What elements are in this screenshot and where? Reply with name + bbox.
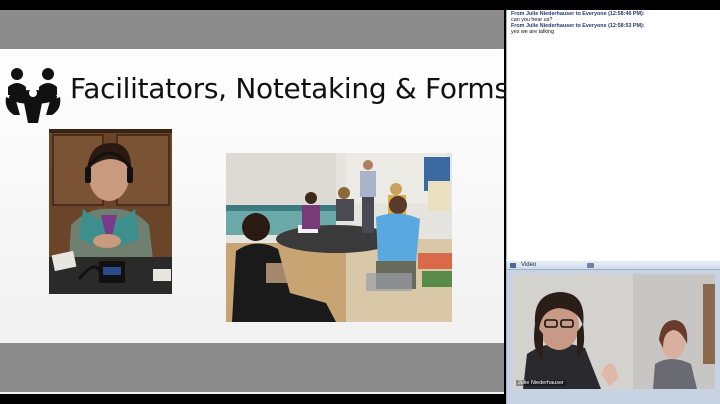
top-band xyxy=(0,0,720,10)
video-pane-header: Video xyxy=(507,261,720,270)
meeting-photo xyxy=(226,153,452,322)
video-pane: Video Julie Niederhauser xyxy=(506,261,720,404)
slide-bottom-band xyxy=(0,343,504,392)
headphones-photo xyxy=(49,129,172,294)
video-feed: Julie Niederhauser xyxy=(513,274,715,389)
slide-title: Facilitators, Notetaking & Forms xyxy=(70,72,509,105)
webinar-window: Facilitators, Notetaking & Forms From Ju… xyxy=(0,0,720,404)
chat-pane[interactable]: From Julie Niederhauser to Everyone (12:… xyxy=(506,10,720,260)
right-panel: From Julie Niederhauser to Everyone (12:… xyxy=(506,10,720,404)
presenter-name: Julie Niederhauser xyxy=(516,380,566,386)
chat-message: yes we are talking xyxy=(511,29,555,35)
video-pane-icon xyxy=(510,263,516,268)
presentation-slide: Facilitators, Notetaking & Forms xyxy=(0,10,509,394)
slide-top-band xyxy=(0,10,504,49)
camera-icon[interactable] xyxy=(587,263,594,268)
video-pane-label: Video xyxy=(521,262,537,268)
people-at-table-icon xyxy=(5,68,61,123)
